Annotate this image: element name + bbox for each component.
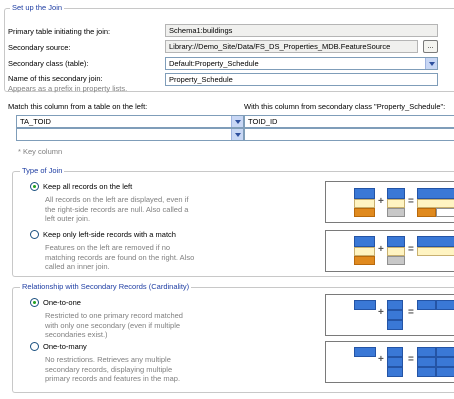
diagram-cell <box>354 236 375 247</box>
diagram-cell <box>354 188 375 199</box>
description-line: All records on the left are displayed, e… <box>45 195 189 204</box>
plus-sign: + <box>378 354 384 365</box>
left-column-select-1[interactable]: TA_TOID <box>16 115 244 128</box>
left-column-select-2[interactable] <box>16 128 244 141</box>
equals-sign: = <box>408 244 414 255</box>
diagram-cell <box>387 320 403 330</box>
diagram-cell <box>387 247 405 256</box>
description-line: Restricted to one primary record matched <box>45 311 183 320</box>
match-left-label: Match this column from a table on the le… <box>8 102 148 111</box>
keep-all-description: All records on the left are displayed, e… <box>45 195 188 224</box>
diagram-cell <box>387 300 403 310</box>
diagram-cell <box>436 347 454 357</box>
one-to-many-radio[interactable] <box>30 342 39 351</box>
primary-table-field: Schema1:buildings <box>165 24 438 37</box>
diagram-cell <box>417 357 436 367</box>
description-line: called an inner join. <box>45 262 110 271</box>
diagram-cell <box>417 236 454 247</box>
diagram-cell <box>354 300 376 310</box>
join-name-input[interactable]: Property_Schedule <box>165 73 438 86</box>
one-to-many-description: No restrictions. Retrieves any multiple … <box>45 355 180 384</box>
diagram-cell <box>417 199 454 208</box>
secondary-class-value: Default:Property_Schedule <box>169 59 259 68</box>
browse-button[interactable]: ... <box>423 40 438 53</box>
plus-sign: + <box>378 244 384 255</box>
diagram-cell <box>354 247 375 256</box>
one-to-one-label[interactable]: One-to-one <box>43 298 81 307</box>
join-type-title: Type of Join <box>20 166 65 175</box>
right-column-select-2[interactable] <box>244 128 454 141</box>
diagram-cell <box>387 199 405 208</box>
diagram-cell <box>436 357 454 367</box>
diagram-cell <box>436 300 454 310</box>
diagram-cell <box>387 256 405 265</box>
plus-sign: + <box>378 196 384 207</box>
diagram-cell <box>387 347 403 357</box>
cardinality-title: Relationship with Secondary Records (Car… <box>20 282 192 291</box>
secondary-class-select[interactable]: Default:Property_Schedule <box>165 57 438 70</box>
one-to-many-diagram: + = <box>325 341 454 383</box>
description-line: secondary records, displaying multiple <box>45 364 173 374</box>
join-setup-panel: Set up the Join Primary table initiating… <box>0 0 454 399</box>
equals-sign: = <box>408 307 414 318</box>
primary-table-label: Primary table initiating the join: <box>8 27 111 36</box>
match-right-label: With this column from secondary class "P… <box>244 102 446 111</box>
one-to-one-diagram: + = <box>325 294 454 336</box>
left-column-value: TA_TOID <box>20 117 51 126</box>
chevron-down-icon[interactable] <box>425 58 437 69</box>
diagram-cell <box>417 367 436 377</box>
null-cell-icon <box>436 208 454 217</box>
secondary-source-field: Library://Demo_Site/Data/FS_DS_Propertie… <box>165 40 418 53</box>
equals-sign: = <box>408 354 414 365</box>
diagram-cell <box>354 199 375 208</box>
plus-sign: + <box>378 307 384 318</box>
diagram-cell <box>436 367 454 377</box>
diagram-cell <box>387 367 403 377</box>
inner-join-diagram: + = <box>325 230 454 272</box>
equals-sign: = <box>408 196 414 207</box>
description-line: Features on the left are removed if no <box>45 243 171 252</box>
left-outer-join-diagram: + = <box>325 181 454 223</box>
chevron-down-icon[interactable] <box>231 129 243 140</box>
keep-matched-label[interactable]: Keep only left-side records with a match <box>43 230 176 239</box>
right-column-select-1[interactable]: TOID_ID <box>244 115 454 128</box>
diagram-cell <box>387 236 405 247</box>
setup-group-title: Set up the Join <box>10 3 65 12</box>
description-line: primary records and features in the map. <box>45 374 181 383</box>
description-line: matching records are found on the right.… <box>45 252 195 262</box>
key-column-note: * Key column <box>18 147 63 156</box>
description-line: secondaries exist.) <box>45 330 108 339</box>
diagram-cell <box>354 256 375 265</box>
description-line: left outer join. <box>45 214 91 223</box>
secondary-class-label: Secondary class (table): <box>8 59 89 68</box>
keep-matched-description: Features on the left are removed if no m… <box>45 243 194 272</box>
diagram-cell <box>387 188 405 199</box>
description-line: the right-side records are null. Also ca… <box>45 204 189 214</box>
description-line: No restrictions. Retrieves any multiple <box>45 355 171 364</box>
one-to-many-label[interactable]: One-to-many <box>43 342 87 351</box>
keep-all-radio[interactable] <box>30 182 39 191</box>
right-column-value: TOID_ID <box>248 117 278 126</box>
keep-matched-radio[interactable] <box>30 230 39 239</box>
diagram-cell <box>387 357 403 367</box>
join-name-hint: Appears as a prefix in property lists. <box>8 84 128 93</box>
diagram-cell <box>354 347 376 357</box>
keep-all-label[interactable]: Keep all records on the left <box>43 182 132 191</box>
diagram-cell <box>387 208 405 217</box>
one-to-one-description: Restricted to one primary record matched… <box>45 311 183 340</box>
description-line: with only one secondary (even if multipl… <box>45 320 181 330</box>
one-to-one-radio[interactable] <box>30 298 39 307</box>
join-name-label: Name of this secondary join: <box>8 74 103 83</box>
secondary-source-label: Secondary source: <box>8 43 71 52</box>
diagram-cell <box>354 208 375 217</box>
diagram-cell <box>417 247 454 256</box>
diagram-cell <box>417 300 436 310</box>
diagram-cell <box>387 310 403 320</box>
diagram-cell <box>417 208 436 217</box>
chevron-down-icon[interactable] <box>231 116 243 127</box>
diagram-cell <box>417 347 436 357</box>
diagram-cell <box>417 188 454 199</box>
